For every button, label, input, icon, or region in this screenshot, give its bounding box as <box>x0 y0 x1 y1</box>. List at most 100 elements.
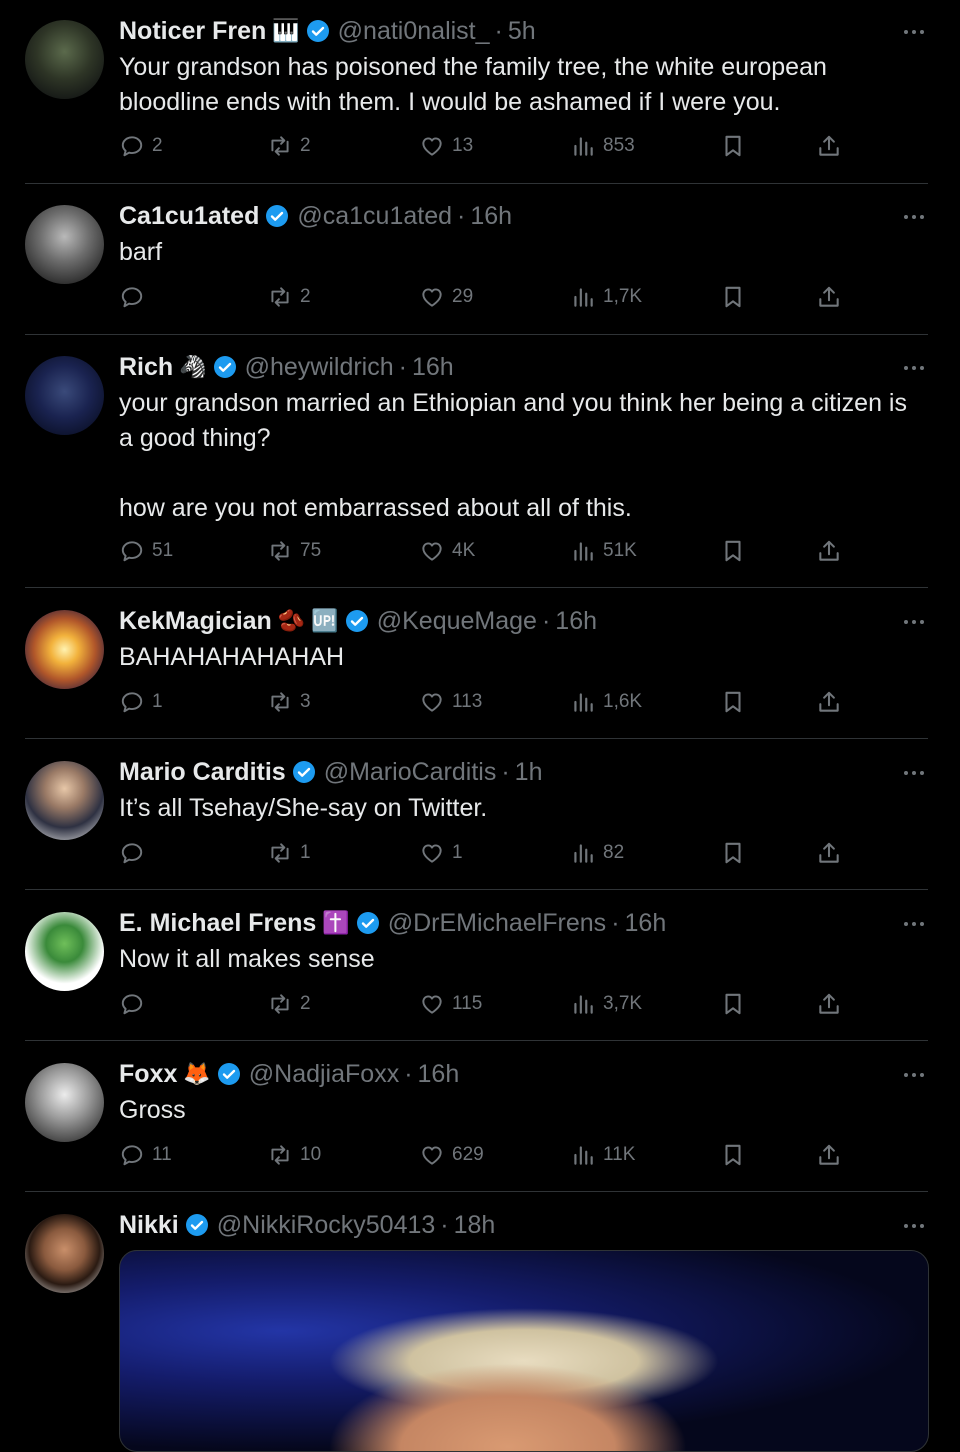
views-button[interactable]: 51K <box>570 537 637 565</box>
share-button[interactable] <box>816 283 842 311</box>
bookmark-button[interactable] <box>720 839 746 867</box>
like-button[interactable]: 115 <box>419 990 482 1018</box>
more-icon[interactable] <box>902 914 926 934</box>
bookmark-button[interactable] <box>720 283 746 311</box>
timestamp[interactable]: 16h <box>412 353 454 382</box>
separator-dot: · <box>398 352 407 381</box>
bookmark-button[interactable] <box>720 537 746 565</box>
share-button[interactable] <box>816 688 842 716</box>
avatar[interactable] <box>25 20 104 99</box>
repost-count: 2 <box>300 993 311 1014</box>
like-icon <box>422 995 442 1014</box>
share-icon <box>819 135 839 156</box>
repost-button[interactable]: 75 <box>267 537 321 565</box>
views-button[interactable]: 1,6K <box>570 688 642 716</box>
more-icon[interactable] <box>902 763 926 783</box>
like-button[interactable]: 29 <box>419 283 473 311</box>
avatar[interactable] <box>25 912 104 991</box>
name-emoji: ✝️ <box>322 910 350 935</box>
timestamp[interactable]: 16h <box>470 202 512 231</box>
display-name[interactable]: E. Michael Frens <box>119 909 316 938</box>
tweet-header: Noticer Fren 🎹 @nati0nalist_ · 5h <box>119 12 536 50</box>
like-button[interactable]: 113 <box>419 688 482 716</box>
tweet-media-image[interactable] <box>119 1250 929 1452</box>
display-name[interactable]: Mario Carditis <box>119 758 286 787</box>
handle[interactable]: @ca1cu1ated <box>297 202 452 231</box>
repost-button[interactable]: 1 <box>267 839 311 867</box>
avatar[interactable] <box>25 1063 104 1142</box>
tweet-header: Rich 🦓 @heywildrich · 16h <box>119 348 454 386</box>
like-button[interactable]: 4K <box>419 537 475 565</box>
views-button[interactable]: 11K <box>570 1141 635 1169</box>
avatar[interactable] <box>25 761 104 840</box>
tweet-text: BAHAHAHAHAHAH <box>119 643 345 671</box>
like-button[interactable]: 1 <box>419 839 463 867</box>
avatar[interactable] <box>25 1214 104 1293</box>
reply-button[interactable] <box>119 839 152 867</box>
share-button[interactable] <box>816 839 842 867</box>
verified-badge-icon <box>213 356 236 378</box>
reply-button[interactable]: 51 <box>119 537 173 565</box>
handle[interactable]: @KequeMage <box>377 607 537 636</box>
bookmark-button[interactable] <box>720 688 746 716</box>
views-button[interactable]: 1,7K <box>570 283 642 311</box>
repost-icon <box>271 994 289 1014</box>
share-button[interactable] <box>816 132 842 160</box>
more-icon[interactable] <box>902 1065 926 1085</box>
timestamp[interactable]: 16h <box>555 607 597 636</box>
like-button[interactable]: 629 <box>419 1141 484 1169</box>
more-icon[interactable] <box>902 612 926 632</box>
avatar[interactable] <box>25 610 104 689</box>
like-button[interactable]: 13 <box>419 132 473 160</box>
handle[interactable]: @DrEMichaelFrens <box>388 909 606 938</box>
timestamp[interactable]: 5h <box>508 17 536 46</box>
display-name[interactable]: Noticer Fren <box>119 17 266 46</box>
handle[interactable]: @heywildrich <box>245 353 394 382</box>
reply-button[interactable]: 1 <box>119 688 163 716</box>
bookmark-button[interactable] <box>720 990 746 1018</box>
avatar[interactable] <box>25 205 104 284</box>
reply-icon <box>121 843 143 864</box>
repost-button[interactable]: 3 <box>267 688 311 716</box>
handle[interactable]: @MarioCarditis <box>324 758 497 787</box>
share-button[interactable] <box>816 1141 842 1169</box>
display-name[interactable]: Ca1cu1ated <box>119 202 259 231</box>
handle[interactable]: @nati0nalist_ <box>338 17 490 46</box>
tweet-header: Mario Carditis @MarioCarditis · 1h <box>119 753 542 791</box>
more-icon[interactable] <box>902 22 926 42</box>
more-icon[interactable] <box>902 1216 926 1236</box>
views-button[interactable]: 82 <box>570 839 624 867</box>
reply-button[interactable] <box>119 990 152 1018</box>
repost-button[interactable]: 2 <box>267 283 311 311</box>
display-name[interactable]: Rich <box>119 353 173 382</box>
handle[interactable]: @NadjiaFoxx <box>249 1060 399 1089</box>
repost-button[interactable]: 2 <box>267 132 311 160</box>
share-button[interactable] <box>816 537 842 565</box>
display-name[interactable]: Nikki <box>119 1211 179 1240</box>
more-icon[interactable] <box>902 358 926 378</box>
reply-button[interactable] <box>119 283 152 311</box>
repost-button[interactable]: 2 <box>267 990 311 1018</box>
reply-button[interactable]: 11 <box>119 1141 172 1169</box>
share-button[interactable] <box>816 990 842 1018</box>
timestamp[interactable]: 1h <box>515 758 543 787</box>
like-icon <box>422 693 442 712</box>
timestamp[interactable]: 16h <box>625 909 667 938</box>
reply-count: 2 <box>152 135 163 156</box>
views-button[interactable]: 3,7K <box>570 990 642 1018</box>
like-icon <box>422 288 442 307</box>
views-button[interactable]: 853 <box>570 132 635 160</box>
reply-button[interactable]: 2 <box>119 132 163 160</box>
bookmark-button[interactable] <box>720 1141 746 1169</box>
bookmark-button[interactable] <box>720 132 746 160</box>
display-name[interactable]: Foxx <box>119 1060 177 1089</box>
avatar[interactable] <box>25 356 104 435</box>
views-icon <box>574 1146 593 1165</box>
handle[interactable]: @NikkiRocky50413 <box>217 1211 436 1240</box>
repost-button[interactable]: 10 <box>267 1141 321 1169</box>
timestamp[interactable]: 16h <box>418 1060 460 1089</box>
display-name[interactable]: KekMagician <box>119 607 272 636</box>
timestamp[interactable]: 18h <box>454 1211 496 1240</box>
more-icon[interactable] <box>902 207 926 227</box>
tweet-text: It’s all Tsehay/She-say on Twitter. <box>119 794 488 822</box>
